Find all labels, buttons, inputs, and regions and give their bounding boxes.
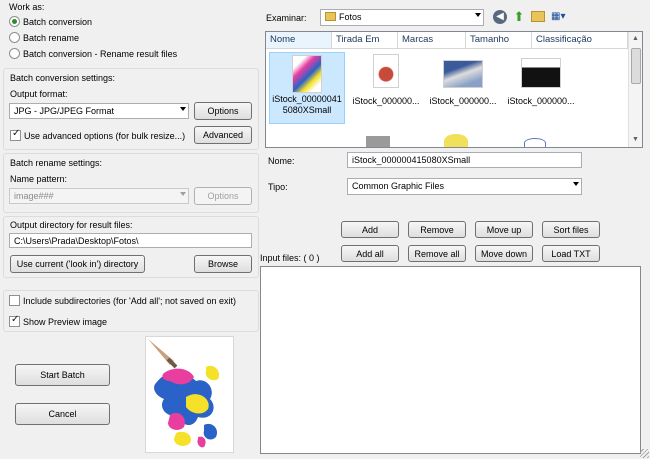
column-header-name[interactable]: Nome	[266, 32, 332, 48]
thumbnail	[292, 55, 322, 93]
rename-settings-title: Batch rename settings:	[10, 158, 103, 168]
checkbox-label: Include subdirectories (for 'Add all'; n…	[23, 296, 237, 306]
checkbox-label: Use advanced options (for bulk resize...…	[24, 131, 186, 141]
thumbnail	[443, 60, 483, 88]
chevron-down-icon[interactable]	[180, 192, 186, 196]
file-type-select[interactable]: Common Graphic Files	[347, 178, 582, 195]
checkbox-label: Show Preview image	[23, 317, 108, 327]
name-pattern-value: image###	[14, 191, 54, 201]
view-menu-icon[interactable]: ▦▾	[551, 10, 571, 23]
cancel-button[interactable]: Cancel	[15, 403, 110, 425]
look-in-value: Fotos	[339, 12, 362, 22]
checkbox-indicator[interactable]	[9, 314, 20, 327]
file-name-label: Nome:	[268, 156, 295, 166]
move-down-button[interactable]: Move down	[475, 245, 533, 262]
work-as-title: Work as:	[9, 2, 45, 12]
column-header-date[interactable]: Tirada Em	[332, 32, 398, 48]
radio-batch-conversion[interactable]: Batch conversion	[9, 16, 92, 27]
preview-image	[145, 336, 234, 453]
thumbnail	[373, 54, 399, 88]
file-list[interactable]: Nome Tirada Em Marcas Tamanho Classifica…	[265, 31, 643, 148]
output-directory-value: C:\Users\Prada\Desktop\Fotos\	[14, 236, 139, 246]
radio-label: Batch conversion	[23, 17, 93, 27]
remove-all-button[interactable]: Remove all	[408, 245, 466, 262]
format-options-button[interactable]: Options	[194, 102, 252, 120]
output-directory-group: Output directory for result files: C:\Us…	[3, 216, 259, 278]
chevron-down-icon[interactable]	[573, 182, 579, 186]
file-name: iStock_000000...	[429, 96, 497, 106]
input-files-label: Input files: ( 0 )	[260, 253, 320, 263]
output-directory-title: Output directory for result files:	[10, 220, 133, 230]
flags-group: Include subdirectories (for 'Add all'; n…	[3, 290, 259, 332]
rename-settings-group: Batch rename settings: Name pattern: ima…	[3, 153, 259, 213]
add-button[interactable]: Add	[341, 221, 399, 238]
start-batch-button[interactable]: Start Batch	[15, 364, 110, 386]
radio-label: Batch rename	[23, 33, 80, 43]
file-name: iStock_000000...	[352, 96, 420, 106]
thumbnail-partial	[444, 134, 468, 147]
radio-indicator[interactable]	[9, 48, 20, 59]
column-header-tags[interactable]: Marcas	[398, 32, 466, 48]
output-directory-input[interactable]: C:\Users\Prada\Desktop\Fotos\	[9, 233, 252, 248]
file-item[interactable]: iStock_000000...	[503, 52, 579, 112]
name-pattern-combo[interactable]: image###	[9, 188, 189, 204]
radio-indicator[interactable]	[9, 16, 20, 27]
advanced-options-checkbox[interactable]: Use advanced options (for bulk resize...…	[10, 128, 186, 141]
back-icon[interactable]: ◀	[493, 10, 507, 24]
radio-label: Batch conversion - Rename result files	[23, 49, 178, 59]
file-type-label: Tipo:	[268, 182, 288, 192]
thumbnail-partial	[524, 138, 546, 147]
scroll-down-icon[interactable]: ▼	[632, 136, 639, 143]
scroll-up-icon[interactable]: ▲	[632, 35, 639, 42]
scrollbar-thumb[interactable]	[631, 48, 641, 84]
use-current-directory-button[interactable]: Use current ('look in') directory	[10, 255, 145, 273]
checkbox-indicator[interactable]	[9, 295, 20, 306]
add-all-button[interactable]: Add all	[341, 245, 399, 262]
file-item[interactable]: iStock_000000...	[425, 52, 501, 112]
output-format-label: Output format:	[10, 89, 68, 99]
input-files-list[interactable]	[260, 266, 641, 454]
move-up-button[interactable]: Move up	[475, 221, 533, 238]
radio-indicator[interactable]	[9, 32, 20, 43]
thumbnail-partial	[366, 136, 390, 147]
file-list-scrollbar[interactable]: ▲ ▼	[628, 32, 642, 147]
work-as-group: Work as: Batch conversion Batch rename B…	[3, 2, 259, 66]
look-in-label: Examinar:	[266, 13, 307, 23]
conversion-settings-title: Batch conversion settings:	[10, 73, 116, 83]
file-type-value: Common Graphic Files	[352, 181, 445, 191]
conversion-settings-group: Batch conversion settings: Output format…	[3, 68, 259, 150]
file-name-value: iStock_000000415080XSmall	[352, 155, 471, 165]
remove-button[interactable]: Remove	[408, 221, 466, 238]
up-folder-icon[interactable]: ⬆	[512, 9, 526, 24]
resize-grip-icon[interactable]	[640, 449, 649, 458]
look-in-combo[interactable]: Fotos	[320, 9, 484, 26]
checkbox-indicator[interactable]	[10, 128, 21, 141]
output-format-select[interactable]: JPG - JPG/JPEG Format	[9, 103, 189, 119]
file-name: iStock_000000...	[507, 96, 575, 106]
new-folder-icon[interactable]	[531, 11, 545, 22]
name-pattern-label: Name pattern:	[10, 174, 68, 184]
include-subdirectories-checkbox[interactable]: Include subdirectories (for 'Add all'; n…	[9, 295, 236, 306]
thumbnail	[521, 58, 561, 88]
advanced-button[interactable]: Advanced	[194, 126, 252, 144]
file-name-input[interactable]: iStock_000000415080XSmall	[347, 152, 582, 168]
chevron-down-icon[interactable]	[180, 107, 186, 111]
radio-batch-conversion-rename[interactable]: Batch conversion - Rename result files	[9, 48, 177, 59]
header-divider	[266, 48, 628, 49]
column-header-size[interactable]: Tamanho	[466, 32, 532, 48]
output-format-value: JPG - JPG/JPEG Format	[14, 106, 115, 116]
sort-files-button[interactable]: Sort files	[542, 221, 600, 238]
radio-batch-rename[interactable]: Batch rename	[9, 32, 79, 43]
browse-button[interactable]: Browse	[194, 255, 252, 273]
paint-splash-image	[146, 337, 233, 452]
rename-options-button[interactable]: Options	[194, 187, 252, 205]
chevron-down-icon[interactable]	[475, 13, 481, 17]
load-txt-button[interactable]: Load TXT	[542, 245, 600, 262]
folder-icon	[325, 12, 336, 21]
column-header-rating[interactable]: Classificação	[532, 32, 628, 48]
file-name: iStock_000000415080XSmall	[272, 94, 342, 115]
file-item[interactable]: iStock_000000...	[348, 52, 424, 112]
file-item[interactable]: iStock_000000415080XSmall	[269, 52, 345, 124]
show-preview-checkbox[interactable]: Show Preview image	[9, 314, 108, 327]
